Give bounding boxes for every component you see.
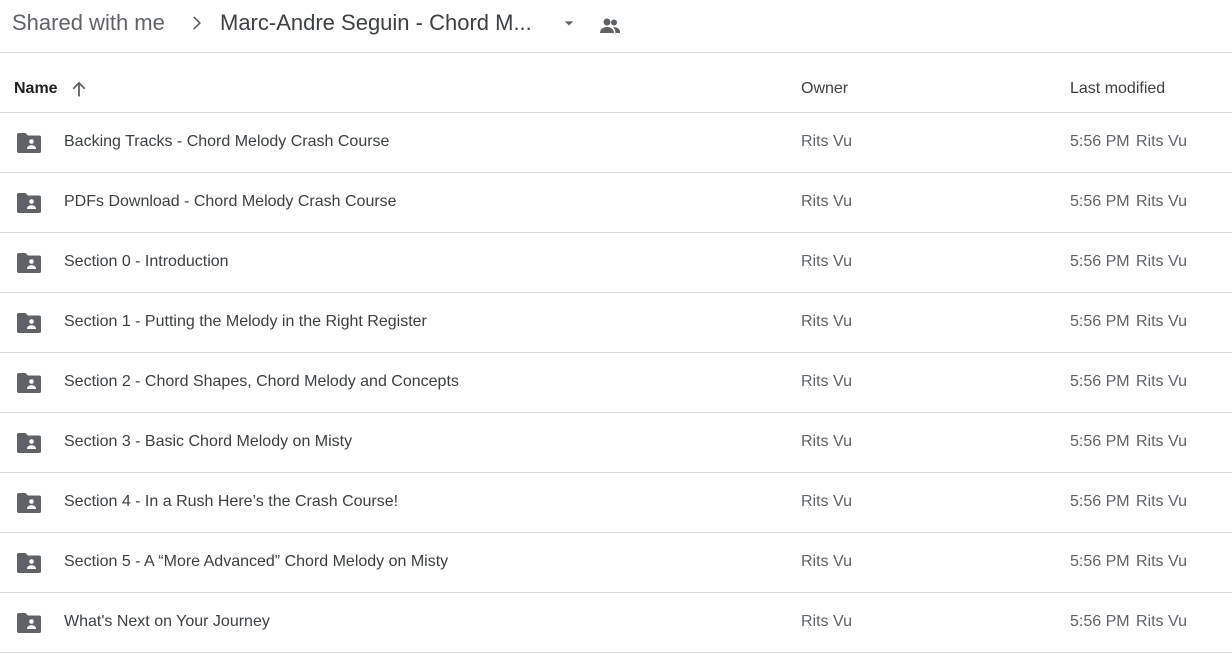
- row-file-name: Backing Tracks - Chord Melody Crash Cour…: [64, 133, 390, 150]
- column-header-name[interactable]: Name: [14, 80, 58, 98]
- table-row[interactable]: PDFs Download - Chord Melody Crash Cours…: [0, 173, 1232, 233]
- row-modified-by: Rits Vu: [1136, 253, 1187, 270]
- row-file-name: Section 2 - Chord Shapes, Chord Melody a…: [64, 373, 459, 390]
- column-header-owner[interactable]: Owner: [801, 80, 848, 98]
- breadcrumb-current-folder[interactable]: Marc-Andre Seguin - Chord M...: [220, 8, 532, 38]
- column-header-row: Name Owner Last modified: [0, 53, 1232, 113]
- row-modified-time: 5:56 PM: [1070, 613, 1130, 630]
- shared-folder-icon: [17, 433, 41, 453]
- row-modified-time: 5:56 PM: [1070, 133, 1130, 150]
- table-row[interactable]: Section 0 - Introduction Rits Vu 5:56 PM Ri…: [0, 233, 1232, 293]
- table-row[interactable]: Backing Tracks - Chord Melody Crash Cour…: [0, 113, 1232, 173]
- row-file-name: Section 4 - In a Rush Here’s the Crash C…: [64, 493, 399, 510]
- row-modified-time: 5:56 PM: [1070, 493, 1130, 510]
- shared-folder-icon: [17, 493, 41, 513]
- row-modified-time: 5:56 PM: [1070, 193, 1130, 210]
- row-modified-by: Rits Vu: [1136, 493, 1187, 510]
- row-owner: Rits Vu: [801, 613, 852, 630]
- row-owner: Rits Vu: [801, 433, 852, 450]
- row-modified-time: 5:56 PM: [1070, 373, 1130, 390]
- shared-folder-icon: [17, 313, 41, 333]
- row-owner: Rits Vu: [801, 313, 852, 330]
- table-row[interactable]: Section 4 - In a Rush Here’s the Crash C…: [0, 473, 1232, 533]
- shared-folder-icon: [17, 553, 41, 573]
- breadcrumb-shared-with-me[interactable]: Shared with me: [12, 8, 165, 38]
- shared-folder-icon: [17, 253, 41, 273]
- shared-folder-icon: [17, 613, 41, 633]
- row-modified-by: Rits Vu: [1136, 373, 1187, 390]
- row-modified-time: 5:56 PM: [1070, 553, 1130, 570]
- row-modified-time: 5:56 PM: [1070, 313, 1130, 330]
- row-modified-by: Rits Vu: [1136, 193, 1187, 210]
- people-icon[interactable]: [598, 14, 622, 38]
- table-row[interactable]: What's Next on Your Journey Rits Vu 5:56 P…: [0, 593, 1232, 653]
- column-header-last-modified[interactable]: Last modified: [1070, 80, 1165, 98]
- breadcrumb: Shared with me Marc-Andre Seguin - Chord…: [0, 0, 1232, 53]
- table-row[interactable]: Section 3 - Basic Chord Melody on Misty R…: [0, 413, 1232, 473]
- row-modified-by: Rits Vu: [1136, 313, 1187, 330]
- row-modified-time: 5:56 PM: [1070, 433, 1130, 450]
- row-file-name: Section 3 - Basic Chord Melody on Misty: [64, 433, 353, 450]
- row-owner: Rits Vu: [801, 373, 852, 390]
- arrow-upward-icon[interactable]: [68, 78, 90, 100]
- row-owner: Rits Vu: [801, 493, 852, 510]
- table-row[interactable]: Section 1 - Putting the Melody in the Ri…: [0, 293, 1232, 353]
- arrow-drop-down-icon[interactable]: [559, 13, 579, 33]
- row-owner: Rits Vu: [801, 193, 852, 210]
- file-list: Backing Tracks - Chord Melody Crash Cour…: [0, 113, 1232, 653]
- row-owner: Rits Vu: [801, 133, 852, 150]
- shared-folder-icon: [17, 193, 41, 213]
- row-file-name: Section 5 - A “More Advanced” Chord Melo…: [64, 553, 449, 570]
- row-modified-time: 5:56 PM: [1070, 253, 1130, 270]
- table-row[interactable]: Section 5 - A “More Advanced” Chord Melo…: [0, 533, 1232, 593]
- row-file-name: Section 1 - Putting the Melody in the Ri…: [64, 313, 427, 330]
- row-file-name: Section 0 - Introduction: [64, 253, 229, 270]
- row-modified-by: Rits Vu: [1136, 433, 1187, 450]
- table-row[interactable]: Section 2 - Chord Shapes, Chord Melody a…: [0, 353, 1232, 413]
- shared-folder-icon: [17, 133, 41, 153]
- shared-folder-icon: [17, 373, 41, 393]
- row-modified-by: Rits Vu: [1136, 613, 1187, 630]
- chevron-right-icon: [193, 16, 201, 30]
- row-modified-by: Rits Vu: [1136, 553, 1187, 570]
- row-modified-by: Rits Vu: [1136, 133, 1187, 150]
- row-file-name: PDFs Download - Chord Melody Crash Cours…: [64, 193, 397, 210]
- row-file-name: What's Next on Your Journey: [64, 613, 270, 630]
- row-owner: Rits Vu: [801, 553, 852, 570]
- row-owner: Rits Vu: [801, 253, 852, 270]
